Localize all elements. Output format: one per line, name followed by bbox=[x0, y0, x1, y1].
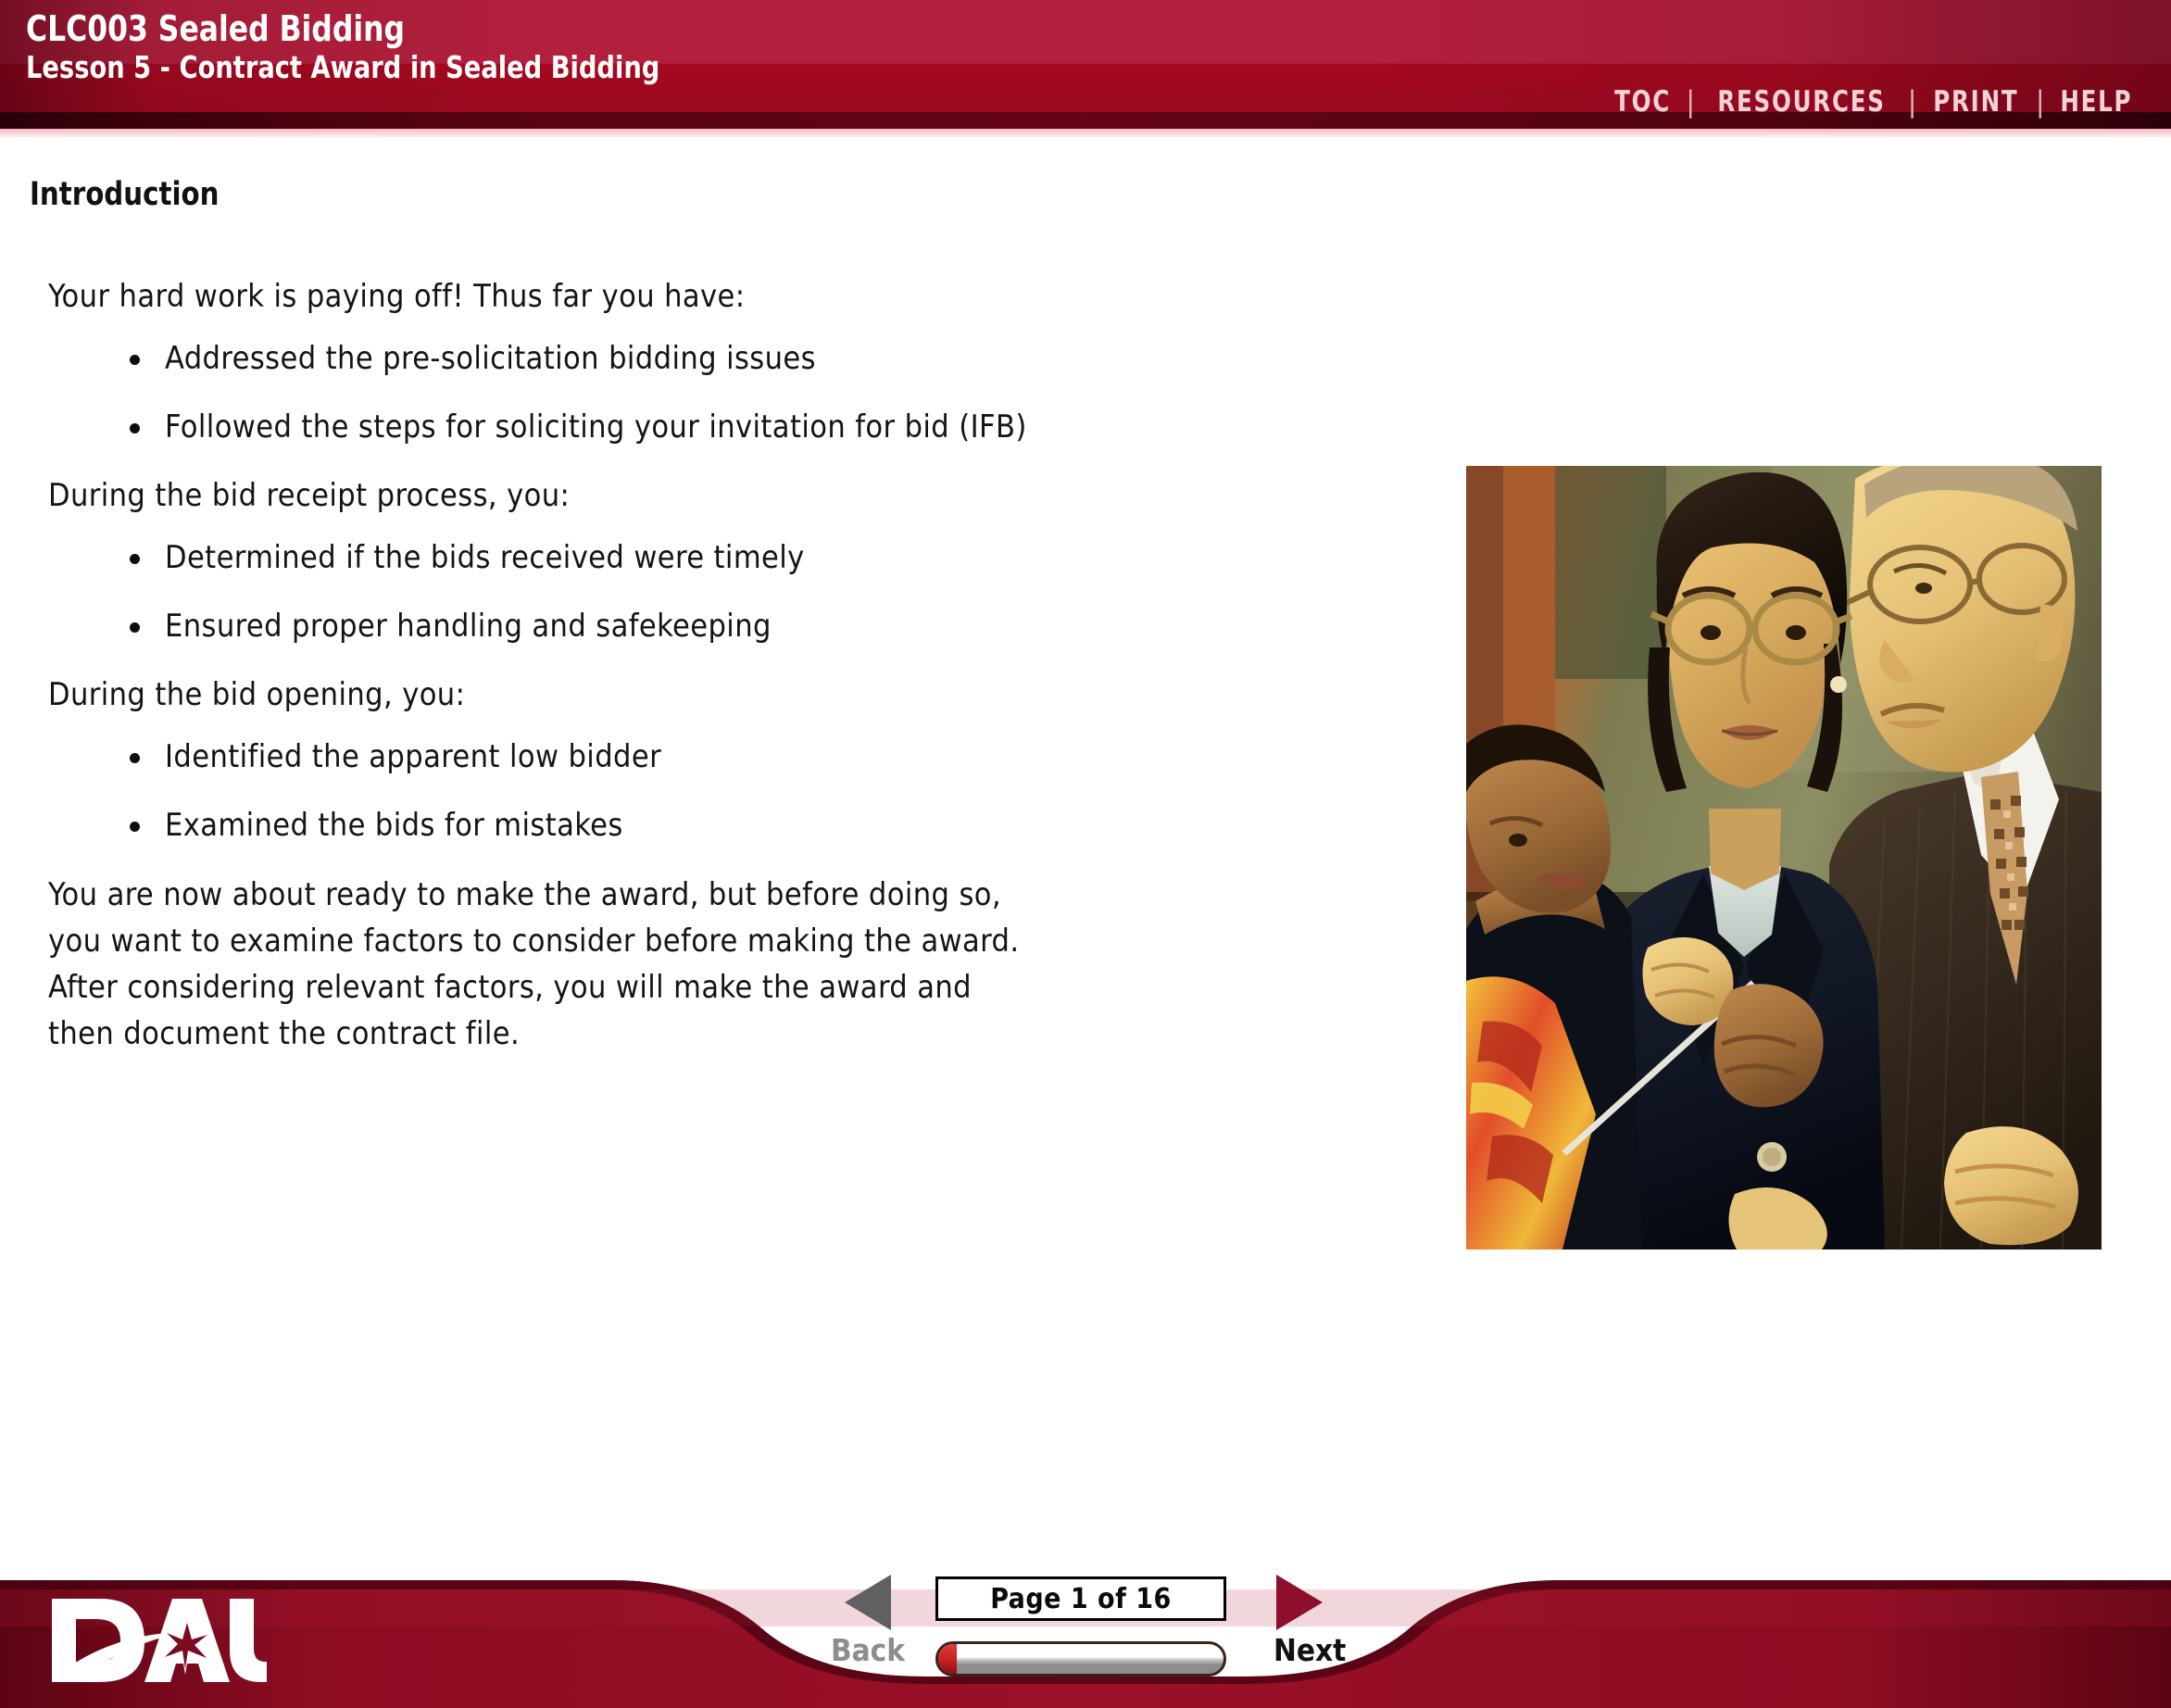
page-footer: Back Page 1 of 16 Next bbox=[0, 1554, 2171, 1708]
course-page: CLC003 Sealed Bidding Lesson 5 - Contrac… bbox=[0, 0, 2171, 1708]
header-navigation: TOC | RESOURCES | PRINT | HELP bbox=[1611, 85, 2138, 119]
lesson-title: Lesson 5 - Contract Award in Sealed Bidd… bbox=[26, 49, 660, 85]
title-block: CLC003 Sealed Bidding Lesson 5 - Contrac… bbox=[26, 11, 715, 82]
paragraph-bid-opening: During the bid opening, you: bbox=[48, 676, 466, 713]
list-item: Determined if the bids received were tim… bbox=[48, 535, 1419, 580]
nav-link-print[interactable]: PRINT bbox=[1934, 85, 2019, 119]
list-item: Ensured proper handling and safekeeping bbox=[48, 604, 1419, 648]
bullet-list-one: Addressed the pre-solicitation bidding i… bbox=[48, 336, 1419, 449]
page-header: CLC003 Sealed Bidding Lesson 5 - Contrac… bbox=[0, 0, 2171, 137]
lesson-photo bbox=[1466, 466, 2102, 1250]
nav-link-resources[interactable]: RESOURCES bbox=[1717, 85, 1885, 119]
nav-link-help[interactable]: HELP bbox=[2061, 85, 2133, 119]
bullet-list-two: Determined if the bids received were tim… bbox=[48, 535, 1419, 648]
list-item: Addressed the pre-solicitation bidding i… bbox=[48, 336, 1419, 381]
next-button[interactable]: Next bbox=[1274, 1632, 1346, 1668]
body-text-column: Your hard work is paying off! Thus far y… bbox=[48, 274, 1419, 1070]
page-indicator: Page 1 of 16 bbox=[935, 1576, 1226, 1621]
nav-separator: | bbox=[1907, 85, 1917, 119]
nav-link-toc[interactable]: TOC bbox=[1614, 85, 1671, 119]
page-indicator-text: Page 1 of 16 bbox=[990, 1582, 1172, 1615]
course-title: CLC003 Sealed Bidding bbox=[26, 8, 406, 49]
list-item: Followed the steps for soliciting your i… bbox=[48, 405, 1419, 449]
next-arrow-icon[interactable] bbox=[1276, 1575, 1323, 1630]
list-item: Identified the apparent low bidder bbox=[48, 735, 1419, 779]
back-button[interactable]: Back bbox=[831, 1632, 905, 1668]
page-navigation-controls: Back Page 1 of 16 Next bbox=[815, 1554, 1389, 1708]
closing-paragraph: You are now about ready to make the awar… bbox=[48, 876, 1020, 1052]
intro-paragraph: Your hard work is paying off! Thus far y… bbox=[48, 278, 746, 315]
section-heading: Introduction bbox=[30, 176, 220, 213]
back-arrow-icon[interactable] bbox=[845, 1575, 891, 1630]
content-area: Introduction Your hard work is paying of… bbox=[0, 137, 2171, 1554]
progress-bar-fill bbox=[938, 1644, 957, 1674]
nav-separator: | bbox=[1686, 85, 1695, 119]
dau-logo bbox=[52, 1599, 267, 1682]
paragraph-bid-receipt: During the bid receipt process, you: bbox=[48, 477, 571, 514]
header-pink-rule bbox=[0, 129, 2171, 137]
progress-bar[interactable] bbox=[935, 1641, 1226, 1677]
bullet-list-three: Identified the apparent low bidder Exami… bbox=[48, 735, 1419, 848]
list-item: Examined the bids for mistakes bbox=[48, 803, 1419, 848]
nav-separator: | bbox=[2035, 85, 2045, 119]
